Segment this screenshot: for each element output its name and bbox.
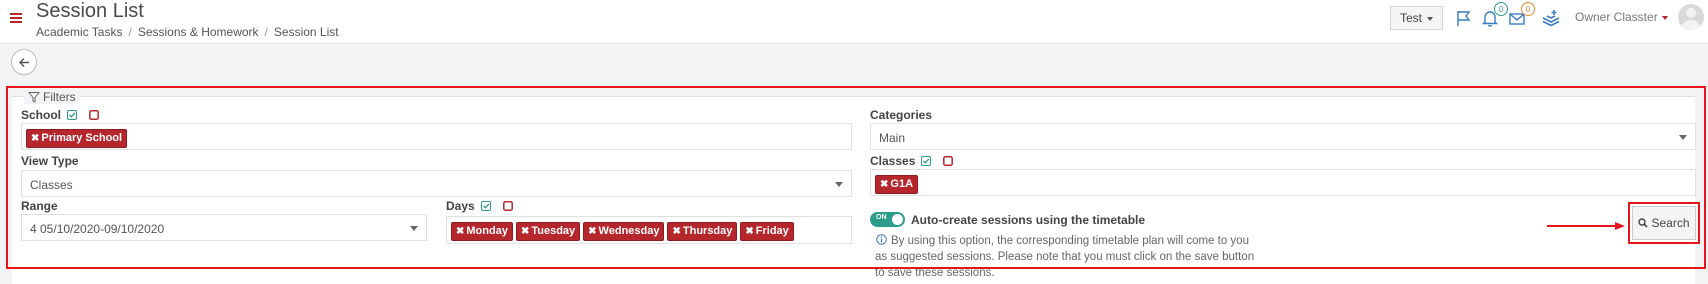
chevron-down-icon <box>1661 15 1668 20</box>
page-title: Session List <box>36 0 144 22</box>
arrow-right-icon <box>1547 222 1625 230</box>
layers-icon[interactable] <box>1541 8 1561 28</box>
chevron-down-icon <box>1427 16 1434 21</box>
messages-count: 0 <box>1521 2 1535 16</box>
test-dropdown[interactable]: Test <box>1390 6 1444 30</box>
user-menu[interactable]: Owner Classter <box>1575 10 1668 24</box>
breadcrumb-academic-tasks[interactable]: Academic Tasks <box>36 25 122 39</box>
filters-highlight-box <box>6 86 1706 269</box>
bell-icon[interactable]: 0 <box>1480 2 1508 28</box>
flag-icon[interactable] <box>1454 8 1474 28</box>
breadcrumb: Academic Tasks / Sessions & Homework / Sessi… <box>36 25 339 39</box>
breadcrumb-sessions-homework[interactable]: Sessions & Homework <box>138 25 259 39</box>
avatar[interactable] <box>1678 4 1704 30</box>
test-dropdown-label: Test <box>1400 11 1423 25</box>
back-button[interactable] <box>11 49 37 75</box>
search-button-label: Search <box>1651 216 1690 230</box>
notifications-count: 0 <box>1494 2 1508 16</box>
top-header: Session List Academic Tasks / Sessions & H… <box>0 0 1708 44</box>
user-name: Owner Classter <box>1575 10 1658 24</box>
menu-icon[interactable] <box>10 13 22 23</box>
search-icon <box>1638 218 1649 228</box>
search-button[interactable]: Search <box>1632 206 1696 240</box>
envelope-icon[interactable]: 0 <box>1507 2 1535 28</box>
breadcrumb-session-list: Session List <box>273 25 339 39</box>
arrow-left-icon <box>19 58 29 67</box>
